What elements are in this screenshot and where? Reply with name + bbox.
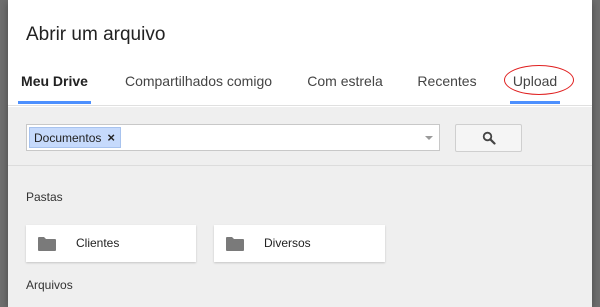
tab-recentes[interactable]: Recentes <box>417 62 477 106</box>
tab-label: Compartilhados comigo <box>124 73 273 89</box>
search-icon <box>482 131 496 145</box>
search-bar: Documentos × <box>8 107 592 166</box>
tab-label: Meu Drive <box>21 73 88 89</box>
tab-meu-drive[interactable]: Meu Drive <box>18 62 91 106</box>
dialog-title: Abrir um arquivo <box>26 24 166 45</box>
file-picker-dialog: Abrir um arquivo Meu Drive Compartilhado… <box>8 0 592 307</box>
tab-upload[interactable]: Upload <box>504 62 574 106</box>
tab-indicator <box>510 101 560 104</box>
tab-label: Recentes <box>417 73 477 89</box>
folder-name: Diversos <box>264 236 311 250</box>
filter-chip-documentos: Documentos × <box>29 127 121 148</box>
search-input[interactable]: Documentos × <box>26 124 440 151</box>
dropdown-arrow-icon[interactable] <box>425 136 433 140</box>
tab-compartilhados-comigo[interactable]: Compartilhados comigo <box>123 62 274 106</box>
search-button[interactable] <box>455 124 522 152</box>
folder-name: Clientes <box>76 236 120 250</box>
files-section-label: Arquivos <box>26 278 73 292</box>
dialog-header: Abrir um arquivo Meu Drive Compartilhado… <box>8 0 592 106</box>
folder-icon <box>226 237 244 251</box>
folder-icon <box>38 237 56 251</box>
dialog-content: Documentos × Pastas Clientes Diversos Ar… <box>8 107 592 307</box>
tab-label: Com estrela <box>307 73 383 89</box>
tab-bar: Meu Drive Compartilhados comigo Com estr… <box>8 62 592 106</box>
tab-active-indicator <box>18 101 91 104</box>
chip-label: Documentos <box>34 130 102 145</box>
tab-com-estrela[interactable]: Com estrela <box>305 62 385 106</box>
folders-section-label: Pastas <box>26 190 63 204</box>
folder-item-diversos[interactable]: Diversos <box>214 225 385 262</box>
folder-item-clientes[interactable]: Clientes <box>26 225 196 262</box>
annotation-circle <box>504 65 574 95</box>
chip-remove-icon[interactable]: × <box>107 130 115 145</box>
